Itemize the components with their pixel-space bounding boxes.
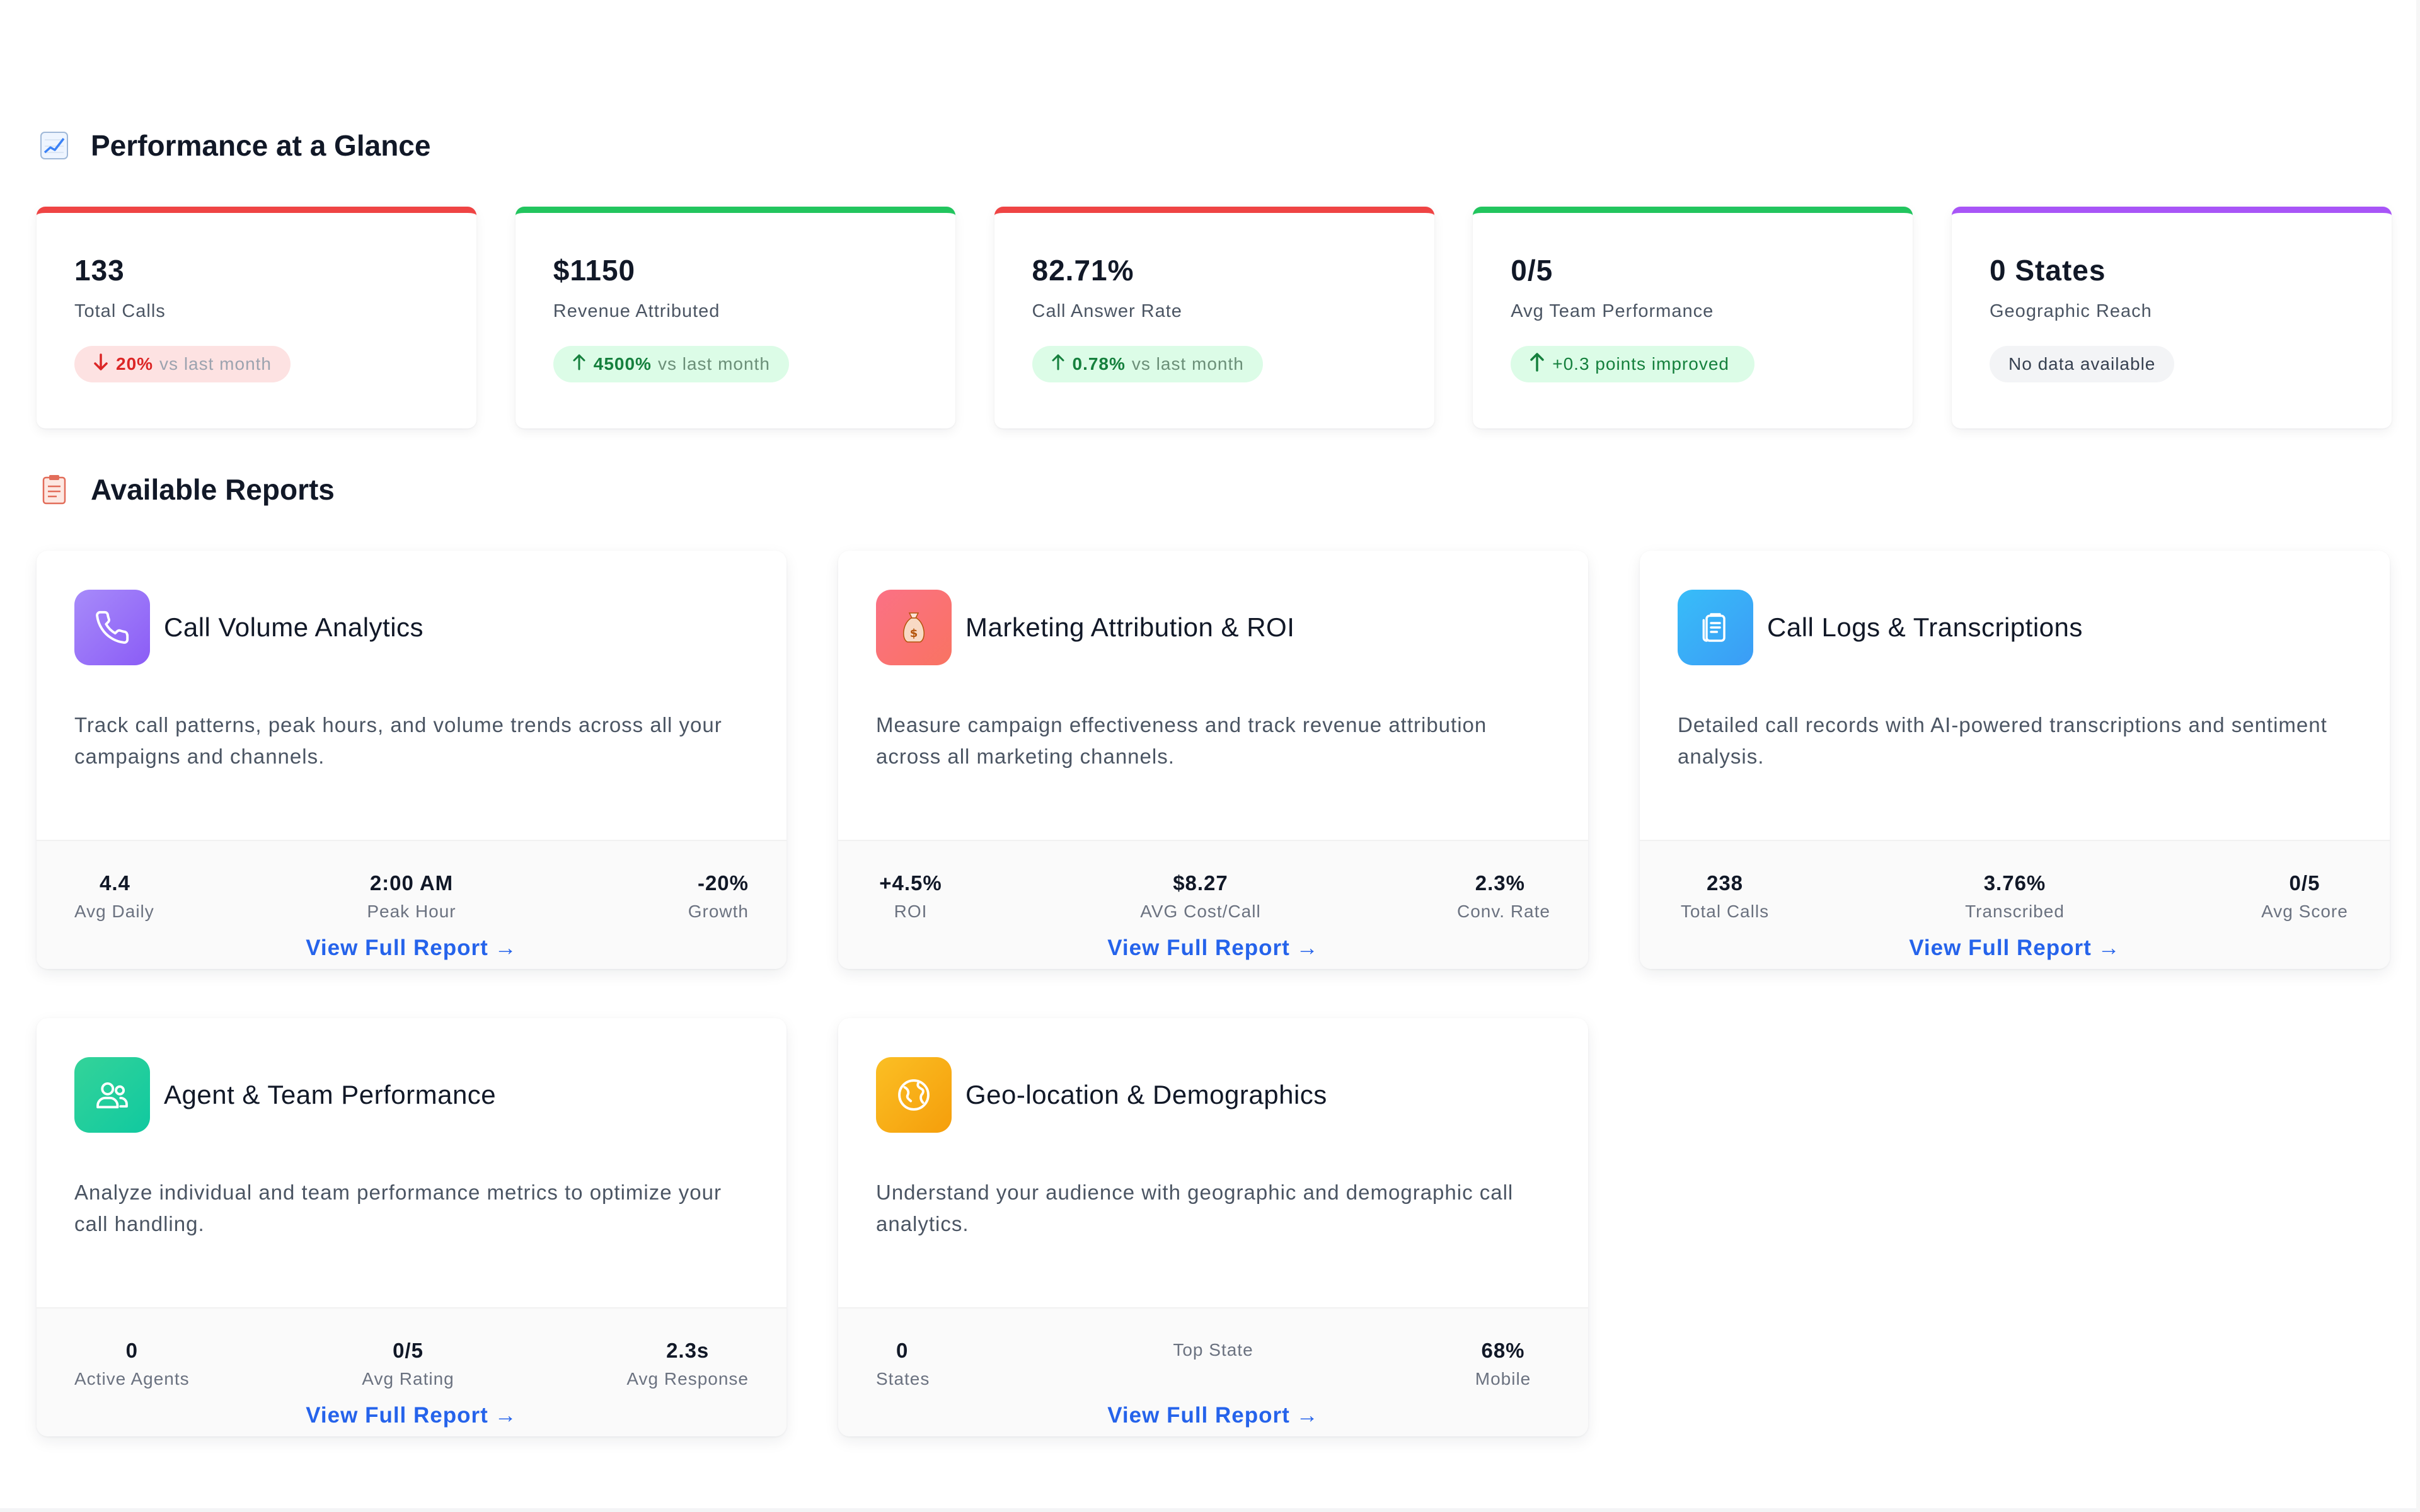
globe-icon <box>876 1057 952 1133</box>
chart-increasing-icon <box>39 130 69 161</box>
report-title: Marketing Attribution & ROI <box>965 612 1295 642</box>
stat-transcribed: 3.76% Transcribed <box>1965 871 2065 921</box>
report-title: Call Logs & Transcriptions <box>1767 612 2083 642</box>
stat-avg-daily: 4.4 Avg Daily <box>74 871 154 921</box>
report-stats: 0 Active Agents 0/5 Avg Rating 2.3s Avg … <box>37 1307 786 1436</box>
stat-growth: -20% Growth <box>688 871 749 921</box>
arrow-right-icon: → <box>494 1403 517 1428</box>
trend-badge: +0.3 points improved <box>1511 346 1754 382</box>
kpi-label: Geographic Reach <box>1990 301 2152 321</box>
trend-badge: 20% vs last month <box>74 346 291 382</box>
report-header: Call Logs & Transcriptions <box>1640 551 2390 665</box>
report-description: Detailed call records with AI-powered tr… <box>1678 713 2327 768</box>
arrow-up-icon <box>1051 353 1065 375</box>
arrow-right-icon: → <box>1296 936 1319 960</box>
arrow-right-icon: → <box>2097 936 2121 960</box>
report-card-agent-performance: Agent & Team Performance Analyze individ… <box>37 1018 786 1436</box>
view-full-report-link[interactable]: View Full Report → <box>838 1403 1588 1428</box>
report-description: Understand your audience with geographic… <box>876 1181 1514 1235</box>
stat-mobile: 68% Mobile <box>1475 1339 1531 1389</box>
report-header: $ Marketing Attribution & ROI <box>838 551 1588 665</box>
kpi-card-team-performance: 0/5 Avg Team Performance +0.3 points imp… <box>1473 207 1913 428</box>
reports-heading: Available Reports <box>39 472 335 507</box>
stat-top-state: Top State <box>1173 1340 1253 1360</box>
phone-icon <box>74 590 150 665</box>
report-stats: +4.5% ROI $8.27 AVG Cost/Call 2.3% Conv.… <box>838 840 1588 969</box>
no-data-badge: No data available <box>1990 346 2175 382</box>
arrow-up-icon <box>572 353 586 375</box>
trend-badge: 4500% vs last month <box>553 346 789 382</box>
trend-delta: 4500% <box>593 354 652 374</box>
report-stats: 4.4 Avg Daily 2:00 AM Peak Hour -20% Gro… <box>37 840 786 969</box>
view-full-report-link[interactable]: View Full Report → <box>1640 936 2390 961</box>
view-full-report-link[interactable]: View Full Report → <box>37 1403 786 1428</box>
report-card-call-logs: Call Logs & Transcriptions Detailed call… <box>1640 551 2390 969</box>
trend-suffix: vs last month <box>159 354 272 374</box>
kpi-label: Call Answer Rate <box>1032 301 1182 321</box>
kpi-card-geographic-reach: 0 States Geographic Reach No data availa… <box>1952 207 2392 428</box>
trend-suffix: vs last month <box>657 354 770 374</box>
kpi-label: Revenue Attributed <box>553 301 720 321</box>
trend-delta: 20% <box>116 354 154 374</box>
trend-delta: +0.3 points improved <box>1552 354 1729 374</box>
stat-peak-hour: 2:00 AM Peak Hour <box>367 871 456 921</box>
stat-conversion-rate: 2.3% Conv. Rate <box>1456 871 1550 921</box>
report-stats: 238 Total Calls 3.76% Transcribed 0/5 Av… <box>1640 840 2390 969</box>
report-title: Agent & Team Performance <box>164 1080 497 1109</box>
trend-suffix: vs last month <box>1131 354 1244 374</box>
kpi-value: 133 <box>74 254 125 287</box>
stat-roi: +4.5% ROI <box>879 871 942 921</box>
kpi-label: Total Calls <box>74 301 166 321</box>
svg-text:$: $ <box>910 627 918 640</box>
report-header: Geo-location & Demographics <box>838 1018 1588 1133</box>
arrow-down-icon <box>93 353 108 376</box>
performance-heading: Performance at a Glance <box>39 129 430 163</box>
kpi-card-revenue: $1150 Revenue Attributed 4500% vs last m… <box>515 207 955 428</box>
report-card-call-volume: Call Volume Analytics Track call pattern… <box>37 551 786 969</box>
report-stats: 0 States Top State 68% Mobile View Full … <box>838 1307 1588 1436</box>
kpi-value: 0 States <box>1990 254 2106 287</box>
report-header: Call Volume Analytics <box>37 551 786 665</box>
scrollbar-track[interactable] <box>2416 0 2420 1512</box>
stat-states: 0 States <box>876 1339 930 1389</box>
stat-avg-response: 2.3s Avg Response <box>626 1339 749 1389</box>
view-full-report-link[interactable]: View Full Report → <box>838 936 1588 961</box>
page-footer-divider <box>0 1508 2420 1512</box>
stat-avg-rating: 0/5 Avg Rating <box>362 1339 454 1389</box>
document-icon <box>1678 590 1753 665</box>
kpi-value: 82.71% <box>1032 254 1134 287</box>
stat-active-agents: 0 Active Agents <box>74 1339 190 1389</box>
kpi-row: 133 Total Calls 20% vs last month $1150 … <box>37 207 2392 428</box>
money-bag-icon: $ <box>876 590 952 665</box>
report-description: Measure campaign effectiveness and track… <box>876 713 1487 768</box>
no-data-text: No data available <box>2008 354 2156 374</box>
report-title: Call Volume Analytics <box>164 612 424 642</box>
kpi-card-total-calls: 133 Total Calls 20% vs last month <box>37 207 476 428</box>
report-description: Track call patterns, peak hours, and vol… <box>74 713 722 768</box>
view-full-report-link[interactable]: View Full Report → <box>37 936 786 961</box>
kpi-card-answer-rate: 82.71% Call Answer Rate 0.78% vs last mo… <box>994 207 1434 428</box>
kpi-value: $1150 <box>553 254 636 287</box>
report-description: Analyze individual and team performance … <box>74 1181 722 1235</box>
arrow-right-icon: → <box>1296 1403 1319 1428</box>
kpi-value: 0/5 <box>1511 254 1553 287</box>
report-header: Agent & Team Performance <box>37 1018 786 1133</box>
stat-avg-score: 0/5 Avg Score <box>2261 871 2348 921</box>
stat-total-calls: 238 Total Calls <box>1680 871 1770 921</box>
clipboard-icon <box>39 474 69 505</box>
trend-delta: 0.78% <box>1072 354 1126 374</box>
arrow-up-icon <box>1530 352 1545 377</box>
users-icon <box>74 1057 150 1133</box>
report-card-geo-location: Geo-location & Demographics Understand y… <box>838 1018 1588 1436</box>
reports-dashboard: Performance at a Glance 133 Total Calls … <box>0 0 2420 1512</box>
stat-avg-cost: $8.27 AVG Cost/Call <box>1140 871 1261 921</box>
report-title: Geo-location & Demographics <box>965 1080 1327 1109</box>
trend-badge: 0.78% vs last month <box>1032 346 1263 382</box>
arrow-right-icon: → <box>494 936 517 960</box>
kpi-label: Avg Team Performance <box>1511 301 1714 321</box>
report-card-marketing-attribution: $ Marketing Attribution & ROI Measure ca… <box>838 551 1588 969</box>
reports-title: Available Reports <box>91 473 335 506</box>
performance-title: Performance at a Glance <box>91 129 431 162</box>
